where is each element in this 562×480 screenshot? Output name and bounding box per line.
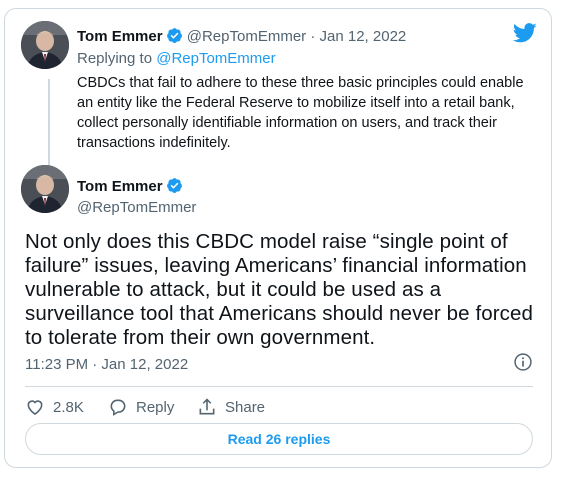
main-author-line: Tom Emmer <box>77 177 183 195</box>
like-button[interactable]: 2.8K <box>25 394 84 420</box>
main-tweet-text: Not only does this CBDC model raise “sin… <box>25 230 534 349</box>
heart-icon <box>27 400 43 416</box>
quoted-date[interactable]: Jan 12, 2022 <box>320 28 407 45</box>
main-handle[interactable]: @RepTomEmmer <box>77 199 196 216</box>
verified-badge-icon <box>166 28 182 43</box>
avatar-main[interactable] <box>21 165 69 213</box>
avatar-quoted[interactable] <box>21 21 69 69</box>
thread-connector-line <box>48 79 50 169</box>
quoted-author-name[interactable]: Tom Emmer <box>77 28 163 45</box>
replying-to-handle-link[interactable]: @RepTomEmmer <box>156 50 275 67</box>
tweet-embed-card: Tom Emmer @RepTomEmmer · Jan 12, 2022 Re… <box>4 8 552 468</box>
profile-photo-icon <box>21 21 69 69</box>
reply-button[interactable]: Reply <box>108 394 174 420</box>
share-label: Share <box>225 398 266 416</box>
read-replies-button[interactable]: Read 26 replies <box>25 423 533 455</box>
replying-to-line: Replying to @RepTomEmmer <box>77 50 276 67</box>
divider <box>25 386 533 387</box>
profile-photo-icon <box>21 165 69 213</box>
quoted-tweet-text: CBDCs that fail to adhere to these three… <box>77 75 524 151</box>
verified-badge-icon <box>166 178 182 193</box>
tweet-timestamp[interactable]: 11:23 PM · Jan 12, 2022 <box>25 356 188 373</box>
reply-label: Reply <box>136 398 175 416</box>
reply-bubble-icon <box>110 399 126 416</box>
quoted-tweet-header: Tom Emmer @RepTomEmmer · Jan 12, 2022 <box>77 27 406 45</box>
twitter-bird-icon[interactable] <box>513 23 537 43</box>
main-author-name[interactable]: Tom Emmer <box>77 178 163 195</box>
separator-dot: · <box>310 28 316 45</box>
quoted-handle[interactable]: @RepTomEmmer <box>187 28 306 45</box>
share-icon <box>199 398 215 415</box>
share-button[interactable]: Share <box>197 394 265 420</box>
like-count: 2.8K <box>53 398 84 416</box>
replying-to-prefix: Replying to <box>77 50 153 67</box>
info-icon[interactable] <box>513 352 533 372</box>
